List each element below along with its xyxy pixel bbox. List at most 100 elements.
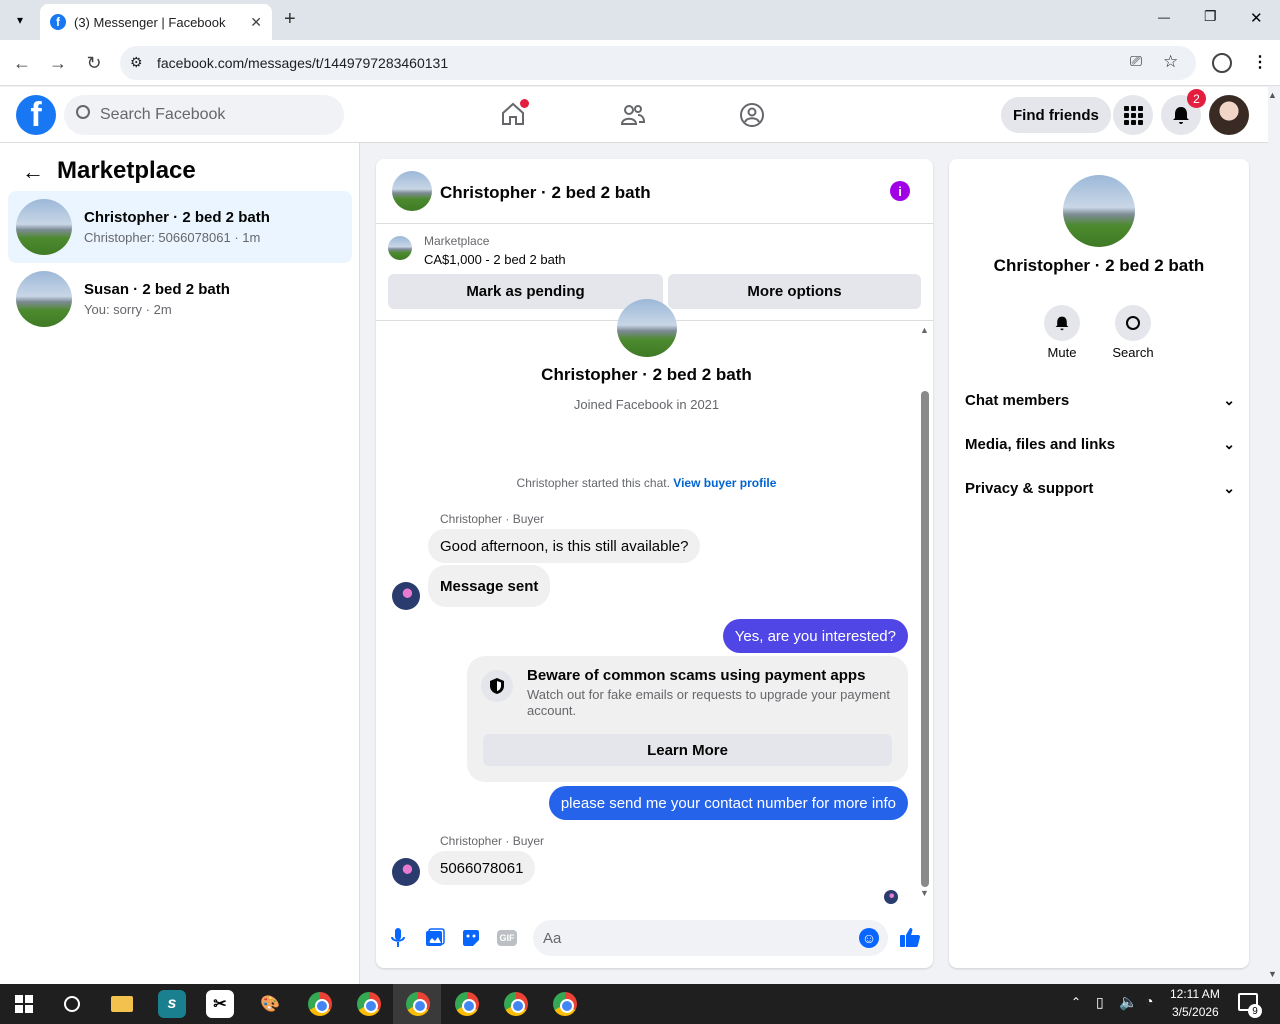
- sticker-icon[interactable]: [461, 928, 481, 953]
- start-icon[interactable]: [10, 990, 38, 1018]
- page-scroll-down-icon[interactable]: ▼: [1268, 969, 1277, 979]
- home-notification-dot: [520, 99, 529, 108]
- file-explorer-icon[interactable]: [108, 990, 136, 1018]
- chevron-down-icon: ⌄: [1223, 479, 1235, 496]
- chrome-icon[interactable]: [551, 990, 579, 1018]
- scam-warning-body: Watch out for fake emails or requests to…: [527, 687, 890, 718]
- network-icon[interactable]: ◔: [1145, 993, 1153, 1009]
- tab-close-icon[interactable]: ✕: [250, 14, 262, 31]
- search-input[interactable]: Search Facebook: [64, 95, 344, 135]
- conversation-item[interactable]: Christopher · 2 bed 2 bath Christopher: …: [8, 191, 352, 263]
- capcut-icon[interactable]: ✂: [206, 990, 234, 1018]
- chat-header-avatar[interactable]: [392, 171, 432, 211]
- bookmark-star-icon[interactable]: ☆: [1163, 52, 1178, 72]
- scrollbar-thumb[interactable]: [921, 391, 929, 887]
- restore-button[interactable]: ❐: [1204, 8, 1217, 25]
- search-icon: [76, 105, 90, 119]
- photo-icon[interactable]: [425, 928, 445, 953]
- device-icon[interactable]: ▯: [1096, 994, 1104, 1011]
- more-options-button[interactable]: More options: [668, 274, 921, 309]
- conversation-name: Susan · 2 bed 2 bath: [84, 281, 230, 298]
- grid-icon: [1123, 105, 1143, 125]
- message-input[interactable]: Aa ☺: [533, 920, 888, 956]
- section-label: Chat members: [965, 391, 1070, 409]
- view-buyer-profile-link[interactable]: View buyer profile: [673, 476, 776, 490]
- forward-icon[interactable]: →: [47, 52, 69, 74]
- menu-grid-button[interactable]: [1113, 95, 1153, 135]
- privacy-support-section[interactable]: Privacy & support ⌄: [965, 476, 1235, 500]
- notification-badge: 2: [1187, 89, 1206, 108]
- reload-icon[interactable]: ↻: [83, 52, 105, 74]
- chrome-icon[interactable]: [355, 990, 383, 1018]
- find-friends-button[interactable]: Find friends: [1001, 97, 1111, 133]
- chrome-menu-icon[interactable]: ⋮: [1252, 52, 1268, 72]
- taskbar-search-icon[interactable]: [58, 990, 86, 1018]
- home-icon[interactable]: [500, 99, 529, 127]
- back-icon[interactable]: ←: [11, 52, 33, 74]
- chrome-icon[interactable]: [453, 990, 481, 1018]
- learn-more-button[interactable]: Learn More: [483, 734, 892, 766]
- search-conversation-button[interactable]: [1115, 305, 1151, 341]
- minimize-button[interactable]: —: [1158, 10, 1170, 24]
- chrome-icon[interactable]: [404, 990, 432, 1018]
- search-label: Search: [1112, 345, 1154, 360]
- mark-pending-button[interactable]: Mark as pending: [388, 274, 663, 309]
- conversation-item[interactable]: Susan · 2 bed 2 bath You: sorry · 2m: [8, 263, 352, 335]
- panel-title: Marketplace: [57, 157, 196, 184]
- info-icon[interactable]: i: [890, 181, 910, 201]
- chrome-icon[interactable]: [306, 990, 334, 1018]
- facebook-logo[interactable]: f: [16, 95, 56, 135]
- browser-tabbar: ▾ f (3) Messenger | Facebook ✕ + — ❐ ✕: [0, 0, 1280, 40]
- tab-list-button[interactable]: ▾: [10, 10, 30, 30]
- mute-label: Mute: [1047, 345, 1077, 360]
- friends-icon[interactable]: [620, 103, 646, 132]
- profile-icon[interactable]: [1212, 53, 1232, 73]
- sender-avatar: [392, 858, 420, 886]
- incoming-message[interactable]: Message sent: [428, 565, 551, 607]
- scam-warning-card: Beware of common scams using payment app…: [467, 656, 908, 782]
- listing-price[interactable]: CA$1,000 - 2 bed 2 bath: [424, 252, 566, 267]
- browser-tab[interactable]: f (3) Messenger | Facebook ✕: [40, 4, 272, 40]
- new-tab-button[interactable]: +: [284, 8, 296, 31]
- notifications-button[interactable]: 2: [1161, 89, 1206, 135]
- url-input[interactable]: ⚙ facebook.com/messages/t/14497972834601…: [120, 46, 1196, 80]
- show-hidden-icons[interactable]: ⌃: [1071, 995, 1081, 1009]
- outgoing-message[interactable]: Yes, are you interested?: [722, 619, 908, 653]
- chrome-icon[interactable]: [502, 990, 530, 1018]
- incoming-message[interactable]: 5066078061: [428, 851, 536, 885]
- media-files-section[interactable]: Media, files and links ⌄: [965, 432, 1235, 456]
- info-name: Christopher · 2 bed 2 bath: [993, 256, 1205, 275]
- thumbs-up-icon[interactable]: [899, 926, 921, 953]
- emoji-icon[interactable]: ☺: [859, 928, 879, 948]
- install-app-icon[interactable]: ⎚: [1130, 53, 1142, 70]
- listing-thumbnail[interactable]: [388, 236, 412, 260]
- groups-icon[interactable]: [739, 102, 765, 133]
- scroll-up-arrow-icon[interactable]: ▲: [920, 325, 929, 335]
- account-avatar[interactable]: [1209, 95, 1249, 135]
- chat-scrollbar[interactable]: ▲ ▼: [919, 325, 931, 898]
- chevron-down-icon: ⌄: [1223, 435, 1235, 452]
- scroll-down-arrow-icon[interactable]: ▼: [920, 888, 929, 898]
- conversation-list-panel: ← Marketplace Christopher · 2 bed 2 bath…: [0, 143, 360, 984]
- chat-members-section[interactable]: Chat members ⌄: [965, 388, 1235, 412]
- chat-header-name[interactable]: Christopher · 2 bed 2 bath: [440, 183, 651, 203]
- conversation-info-panel: Christopher · 2 bed 2 bath Mute Search C…: [949, 159, 1249, 968]
- clock-time[interactable]: 12:11 AM: [1170, 987, 1220, 1001]
- info-avatar[interactable]: [1063, 175, 1135, 247]
- site-settings-icon[interactable]: ⚙: [130, 54, 143, 71]
- clock-date[interactable]: 3/5/2026: [1172, 1005, 1219, 1019]
- back-arrow-icon[interactable]: ←: [22, 159, 44, 185]
- page-scroll-up-icon[interactable]: ▲: [1268, 90, 1277, 100]
- mute-button[interactable]: [1044, 305, 1080, 341]
- outgoing-message[interactable]: please send me your contact number for m…: [548, 786, 908, 820]
- microphone-icon[interactable]: [390, 927, 406, 954]
- bell-icon: [1055, 316, 1069, 331]
- volume-icon[interactable]: 🔈: [1119, 993, 1138, 1011]
- gif-icon[interactable]: GIF: [497, 930, 517, 946]
- chevron-down-icon: ⌄: [1223, 391, 1235, 408]
- incoming-message[interactable]: Good afternoon, is this still available?: [428, 529, 701, 563]
- app-s-icon[interactable]: s: [158, 990, 186, 1018]
- seen-avatar: [884, 890, 898, 904]
- close-window-button[interactable]: ✕: [1250, 9, 1263, 27]
- paint-icon[interactable]: 🎨: [256, 990, 284, 1018]
